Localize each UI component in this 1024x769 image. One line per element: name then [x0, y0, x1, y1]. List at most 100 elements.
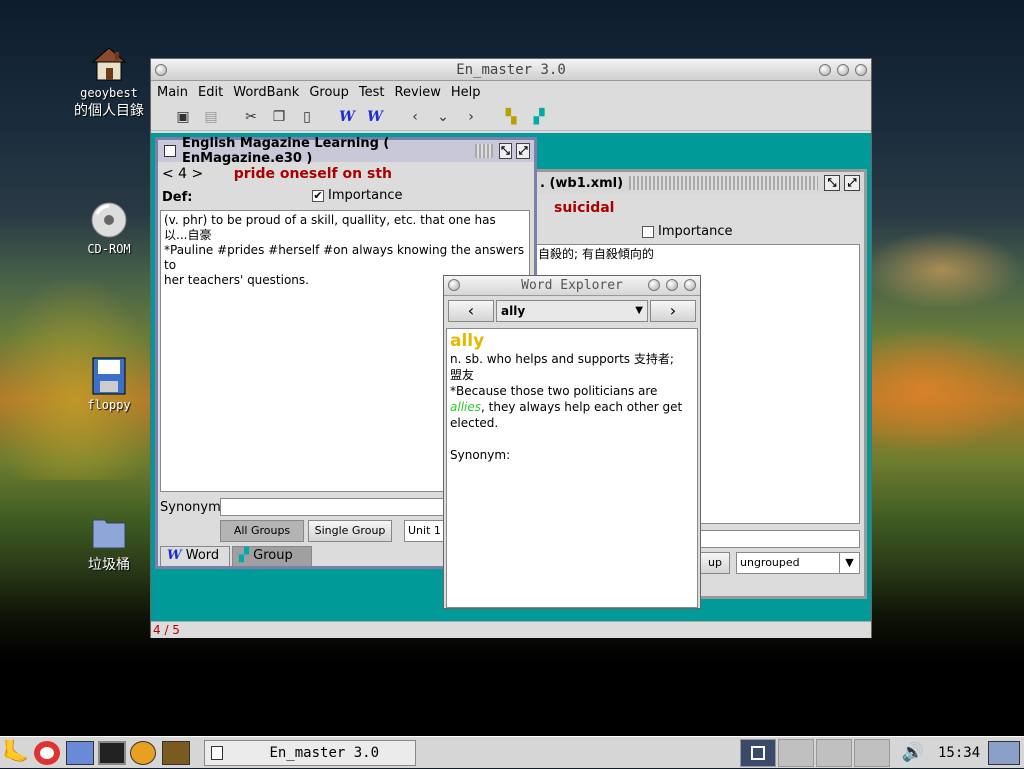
explorer-example-text: , they always help each other get [481, 400, 683, 414]
wordbank-group-button[interactable]: up [700, 552, 730, 574]
help-icon[interactable] [34, 741, 60, 765]
wordbank-synonym-field[interactable] [700, 530, 860, 548]
copy-icon[interactable]: ❐ [265, 106, 293, 128]
terminal-icon[interactable] [98, 741, 126, 765]
window-menu-icon[interactable] [448, 279, 460, 291]
previous-word-button[interactable]: ‹ [448, 300, 494, 322]
word-select[interactable]: ally ▼ [496, 300, 648, 322]
minimize-icon[interactable] [648, 279, 660, 291]
menu-group[interactable]: Group [309, 85, 349, 100]
all-groups-button[interactable]: All Groups [220, 520, 304, 542]
maximize-icon[interactable] [666, 279, 678, 291]
previous-icon[interactable]: ‹ [401, 106, 429, 128]
gnome-foot-icon[interactable]: 🦶 [2, 740, 30, 766]
word-explorer-titlebar[interactable]: Word Explorer [444, 276, 700, 296]
menu-bar: Main Edit WordBank Group Test Review Hel… [151, 81, 871, 103]
task-en-master[interactable]: En_master 3.0 [204, 740, 416, 766]
minimize-icon[interactable] [819, 64, 831, 76]
restore-icon[interactable]: ⤡ [498, 143, 513, 159]
workspace-1[interactable] [740, 739, 776, 767]
word-explorer-title: Word Explorer [521, 278, 623, 293]
workspace-2[interactable] [778, 739, 814, 767]
chevron-down-icon[interactable]: ▼ [635, 301, 643, 321]
tab-group-label: Group [253, 548, 293, 563]
wordbank-importance[interactable]: Importance [642, 224, 733, 239]
trash-icon [92, 519, 126, 549]
close-icon[interactable] [855, 64, 867, 76]
input-method-icon[interactable] [988, 741, 1020, 765]
menu-wordbank[interactable]: WordBank [233, 85, 299, 100]
word-navigator: < 4 > pride oneself on sth [162, 166, 392, 182]
edit-word-icon[interactable]: W [361, 106, 389, 128]
clock[interactable]: 15:34 [938, 737, 982, 769]
explorer-definition: n. sb. who helps and supports 支持者; [450, 352, 674, 366]
desktop-icon-trash[interactable]: 垃圾桶 [64, 512, 154, 574]
window-menu-icon[interactable] [155, 64, 167, 76]
importance-label: Importance [658, 224, 733, 239]
task-label: En_master 3.0 [269, 745, 380, 761]
clock-app-icon[interactable] [130, 741, 156, 765]
group-tab-icon: ▞ [239, 548, 249, 563]
save-all-icon[interactable]: ▤ [197, 106, 225, 128]
menu-help[interactable]: Help [451, 85, 481, 100]
chevron-right-icon: › [669, 301, 677, 320]
explorer-example: allies, they always help each other get [450, 399, 694, 415]
wordbank-frame-title: . (wb1.xml) [540, 175, 624, 191]
group-add-icon[interactable]: ▚ [497, 106, 525, 128]
paste-icon[interactable]: ▯ [293, 106, 321, 128]
workspace-window-icon [751, 746, 765, 760]
explorer-example-highlight: allies [450, 400, 481, 414]
word-select-value: ally [501, 304, 526, 318]
wordbank-frame-titlebar[interactable]: . (wb1.xml) ⤡ ⤢ [534, 172, 864, 194]
maximize-frame-icon[interactable]: ⤢ [516, 143, 530, 159]
group-icon[interactable]: ▞ [525, 106, 553, 128]
desktop-icon-home[interactable]: geoybest 的個人目錄 [64, 44, 154, 120]
definition-line: (v. phr) to be proud of a skill, quallit… [164, 213, 496, 227]
explorer-headword: ally [450, 331, 485, 351]
chevron-left-icon: ‹ [467, 301, 475, 320]
menu-test[interactable]: Test [359, 85, 385, 100]
task-window-icon [211, 746, 223, 760]
new-word-icon[interactable]: W [333, 106, 361, 128]
next-icon[interactable]: › [457, 106, 485, 128]
definition-line: 以...自豪 [164, 228, 212, 242]
tab-word[interactable]: W Word [160, 546, 230, 566]
taskbar: 🦶 En_master 3.0 🔊 15:34 [0, 736, 1024, 768]
menu-edit[interactable]: Edit [198, 85, 223, 100]
maximize-icon[interactable] [837, 64, 849, 76]
desktop-icon-label: 的個人目錄 [74, 103, 144, 119]
importance-toggle[interactable]: ✔ Importance [312, 188, 403, 203]
desktop-icon-cdrom[interactable]: CD-ROM [64, 200, 154, 256]
office-icon[interactable] [162, 741, 190, 765]
workspace-3[interactable] [816, 739, 852, 767]
maximize-frame-icon[interactable]: ⤢ [844, 175, 860, 191]
desktop-icon-label: geoybest [80, 86, 138, 100]
restore-icon[interactable]: ⤡ [824, 175, 840, 191]
word-explorer-content[interactable]: ally n. sb. who helps and supports 支持者; … [446, 328, 698, 608]
importance-checkbox[interactable]: ✔ [312, 189, 324, 202]
cut-icon[interactable]: ✂ [237, 106, 265, 128]
def-label: Def: [162, 190, 193, 205]
magazine-frame-titlebar[interactable]: English Magazine Learning ( EnMagazine.e… [158, 136, 534, 166]
browser-icon[interactable] [66, 741, 94, 765]
desktop-icon-label: 垃圾桶 [88, 557, 130, 573]
close-icon[interactable] [684, 279, 696, 291]
down-icon[interactable]: ⌄ [429, 106, 457, 128]
desktop-icon-floppy[interactable]: floppy [64, 356, 154, 412]
importance-checkbox[interactable] [642, 225, 654, 238]
word-index[interactable]: < 4 > [162, 166, 203, 182]
save-icon[interactable]: ▣ [169, 106, 197, 128]
workspace-4[interactable] [854, 739, 890, 767]
explorer-example: *Because those two politicians are [450, 384, 658, 398]
volume-icon[interactable]: 🔊 [898, 741, 928, 765]
next-word-button[interactable]: › [650, 300, 696, 322]
group-select[interactable]: ungrouped ▼ [736, 552, 860, 574]
menu-review[interactable]: Review [395, 85, 441, 100]
main-titlebar[interactable]: En_master 3.0 [151, 59, 871, 81]
tab-word-label: Word [185, 548, 220, 563]
single-group-button[interactable]: Single Group [308, 520, 392, 542]
menu-main[interactable]: Main [157, 85, 188, 100]
floppy-icon [92, 357, 126, 395]
tab-group[interactable]: ▞ Group [232, 546, 312, 566]
chevron-down-icon[interactable]: ▼ [839, 553, 859, 573]
